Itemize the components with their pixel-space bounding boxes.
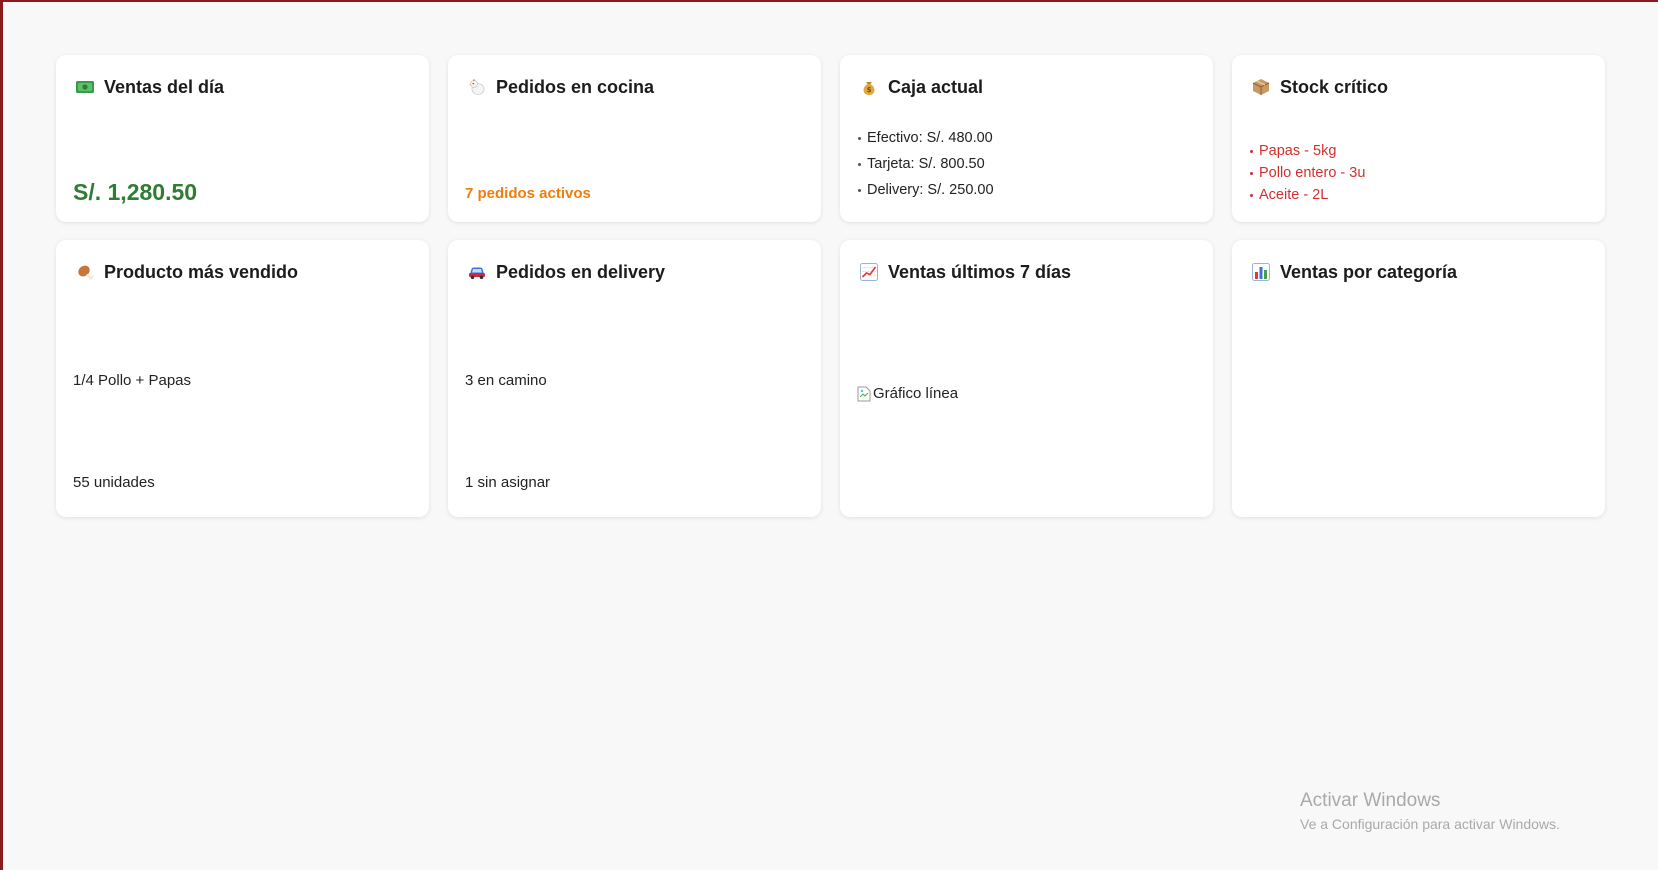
watermark-subtitle: Ve a Configuración para activar Windows. [1300, 816, 1560, 832]
card-title: Pedidos en cocina [465, 75, 804, 99]
poultry-leg-icon [76, 263, 94, 281]
line-chart-broken-image: Gráfico línea [857, 385, 958, 402]
list-item: Aceite - 2L [1249, 184, 1365, 206]
top-product-name: 1/4 Pollo + Papas [73, 372, 192, 389]
list-item: Delivery: S/. 250.00 [857, 177, 994, 203]
card-title: Ventas últimos 7 días [857, 260, 1196, 284]
card-stock-critico: Stock crítico Papas - 5kg Pollo entero -… [1232, 55, 1605, 222]
bullet-icon [858, 136, 861, 140]
watermark-title: Activar Windows [1300, 790, 1441, 811]
window-left-border [0, 0, 3, 870]
money-bill-icon [76, 78, 94, 96]
dashboard-grid: Ventas del día S/. 1,280.50 Pedidos en c… [56, 55, 1606, 517]
list-item-text: Tarjeta: S/. 800.50 [867, 156, 985, 172]
chicken-icon [468, 78, 486, 96]
kitchen-orders-status: 7 pedidos activos [465, 185, 591, 202]
card-ventas-por-categoria: Ventas por categoría [1232, 240, 1605, 517]
critical-stock-list: Papas - 5kg Pollo entero - 3u Aceite - 2… [1249, 140, 1365, 206]
card-title: Pedidos en delivery [465, 260, 804, 284]
card-ventas-ultimos-7-dias: Ventas últimos 7 días Gráfico línea [840, 240, 1213, 517]
bullet-icon [1250, 171, 1253, 175]
bullet-icon [858, 162, 861, 166]
card-title-text: Caja actual [888, 76, 984, 97]
card-title-text: Ventas últimos 7 días [888, 261, 1072, 282]
list-item-text: Delivery: S/. 250.00 [867, 182, 994, 198]
card-title-text: Pedidos en delivery [496, 261, 666, 282]
card-title-text: Stock crítico [1280, 76, 1389, 97]
svg-text:$: $ [867, 86, 872, 94]
broken-image-icon [857, 386, 871, 402]
card-caja-actual: $ Caja actual Efectivo: S/. 480.00 Tarje… [840, 55, 1213, 222]
delivery-unassigned: 1 sin asignar [465, 474, 551, 491]
package-icon [1252, 78, 1270, 96]
card-title-text: Producto más vendido [104, 261, 299, 282]
card-title-text: Ventas del día [104, 76, 225, 97]
card-title: Ventas por categoría [1249, 260, 1588, 284]
chart-increasing-icon [860, 263, 878, 281]
list-item-text: Pollo entero - 3u [1259, 165, 1366, 181]
image-alt-text: Gráfico línea [873, 385, 959, 402]
list-item: Tarjeta: S/. 800.50 [857, 151, 994, 177]
card-title-text: Ventas por categoría [1280, 261, 1458, 282]
card-title: Stock crítico [1249, 75, 1588, 99]
bullet-icon [1250, 193, 1253, 197]
list-item: Papas - 5kg [1249, 140, 1365, 162]
card-title: Producto más vendido [73, 260, 412, 284]
list-item: Pollo entero - 3u [1249, 162, 1365, 184]
list-item: Efectivo: S/. 480.00 [857, 125, 994, 151]
cash-breakdown-list: Efectivo: S/. 480.00 Tarjeta: S/. 800.50… [857, 125, 994, 203]
card-title: $ Caja actual [857, 75, 1196, 99]
windows-activation-watermark: Activar Windows Ve a Configuración para … [1300, 790, 1560, 832]
list-item-text: Papas - 5kg [1259, 143, 1337, 159]
top-product-units: 55 unidades [73, 474, 155, 491]
list-item-text: Aceite - 2L [1259, 187, 1329, 203]
card-ventas-del-dia: Ventas del día S/. 1,280.50 [56, 55, 429, 222]
card-pedidos-en-delivery: Pedidos en delivery 3 en camino 1 sin as… [448, 240, 821, 517]
bullet-icon [1250, 149, 1253, 153]
card-pedidos-en-cocina: Pedidos en cocina 7 pedidos activos [448, 55, 821, 222]
card-title-text: Pedidos en cocina [496, 76, 655, 97]
delivery-on-the-way: 3 en camino [465, 372, 547, 389]
bar-chart-icon [1252, 263, 1270, 281]
card-title: Ventas del día [73, 75, 412, 99]
card-producto-mas-vendido: Producto más vendido 1/4 Pollo + Papas 5… [56, 240, 429, 517]
money-bag-icon: $ [860, 78, 878, 96]
sales-amount: S/. 1,280.50 [73, 179, 198, 205]
car-icon [468, 263, 486, 281]
list-item-text: Efectivo: S/. 480.00 [867, 130, 993, 146]
window-top-border [0, 0, 1658, 2]
bullet-icon [858, 188, 861, 192]
